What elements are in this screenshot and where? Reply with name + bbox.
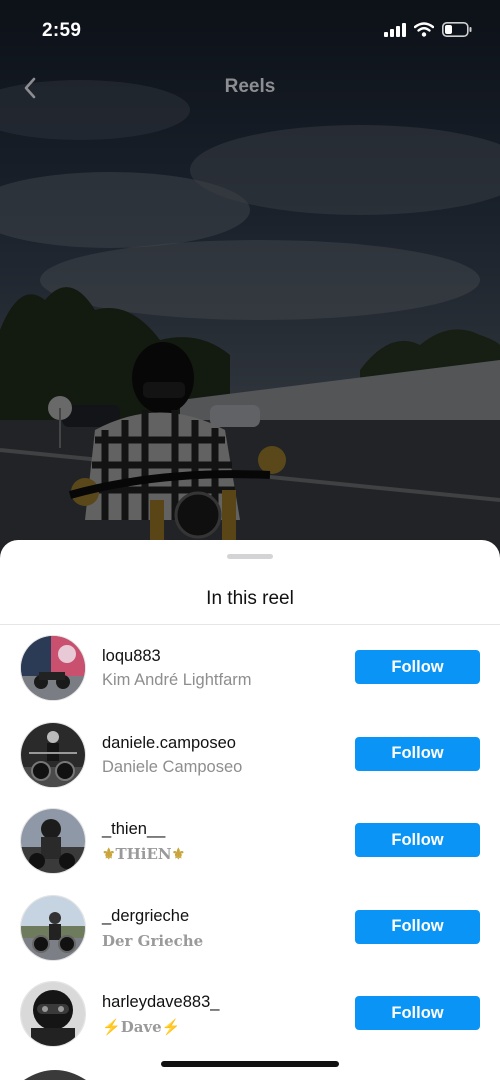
sheet-grabber[interactable] [227, 554, 273, 559]
follow-button[interactable]: Follow [355, 736, 480, 771]
wifi-icon [414, 22, 434, 37]
avatar[interactable] [20, 635, 86, 701]
username[interactable]: _thien__ [102, 820, 165, 839]
full-name: ⚜THiEN⚜ [102, 845, 186, 864]
user-row[interactable]: _thien__ ⚜THiEN⚜ Follow [0, 798, 500, 885]
top-nav: Reels [0, 66, 500, 110]
page-title: Reels [224, 76, 276, 97]
follow-button[interactable]: Follow [355, 650, 480, 684]
sheet-title: In this reel [206, 588, 294, 609]
status-bar: 2:59 [0, 0, 500, 62]
follow-button[interactable]: Follow [355, 996, 480, 1031]
user-list: loqu883 Kim André Lightfarm Follow danie… [0, 625, 500, 1058]
follow-button[interactable]: Follow [355, 909, 480, 944]
username[interactable]: daniele.camposeo [102, 734, 236, 753]
avatar[interactable] [22, 1066, 88, 1080]
full-name: Der Grieche [102, 931, 204, 950]
full-name: Daniele Camposeo [102, 757, 243, 776]
avatar-image [21, 809, 85, 874]
user-row[interactable]: daniele.camposeo Daniele Camposeo Follow [0, 712, 500, 799]
avatar-image [21, 722, 85, 787]
user-row[interactable]: harleydave883_ ⚡Dave⚡ Follow [0, 971, 500, 1058]
full-name: Kim André Lightfarm [102, 671, 252, 689]
status-time: 2:59 [42, 20, 82, 41]
lightning-icon: ⚡ [102, 1018, 121, 1037]
avatar[interactable] [20, 894, 86, 961]
in-this-reel-sheet: In this reel loqu883 Kim André Lightfarm… [0, 540, 500, 1080]
user-row[interactable]: loqu883 Kim André Lightfarm Follow [0, 625, 500, 712]
home-indicator[interactable] [161, 1061, 339, 1067]
username[interactable]: harleydave883_ [102, 993, 219, 1012]
fleur-de-lis-icon: ⚜ [171, 845, 186, 864]
fleur-de-lis-icon: ⚜ [102, 845, 116, 864]
user-row[interactable]: _dergrieche Der Grieche Follow [0, 885, 500, 972]
avatar[interactable] [20, 721, 86, 788]
full-name: ⚡Dave⚡ [102, 1018, 181, 1037]
status-icons [384, 22, 472, 37]
username[interactable]: loqu883 [102, 647, 161, 666]
cellular-signal-icon [384, 22, 406, 37]
lightning-icon: ⚡ [161, 1018, 181, 1037]
avatar-image [21, 636, 85, 700]
avatar[interactable] [20, 808, 86, 875]
battery-icon [442, 22, 472, 37]
avatar-image [21, 982, 85, 1047]
avatar[interactable] [20, 981, 86, 1048]
avatar-image [21, 895, 85, 960]
follow-button[interactable]: Follow [355, 823, 480, 858]
username[interactable]: _dergrieche [102, 907, 189, 926]
